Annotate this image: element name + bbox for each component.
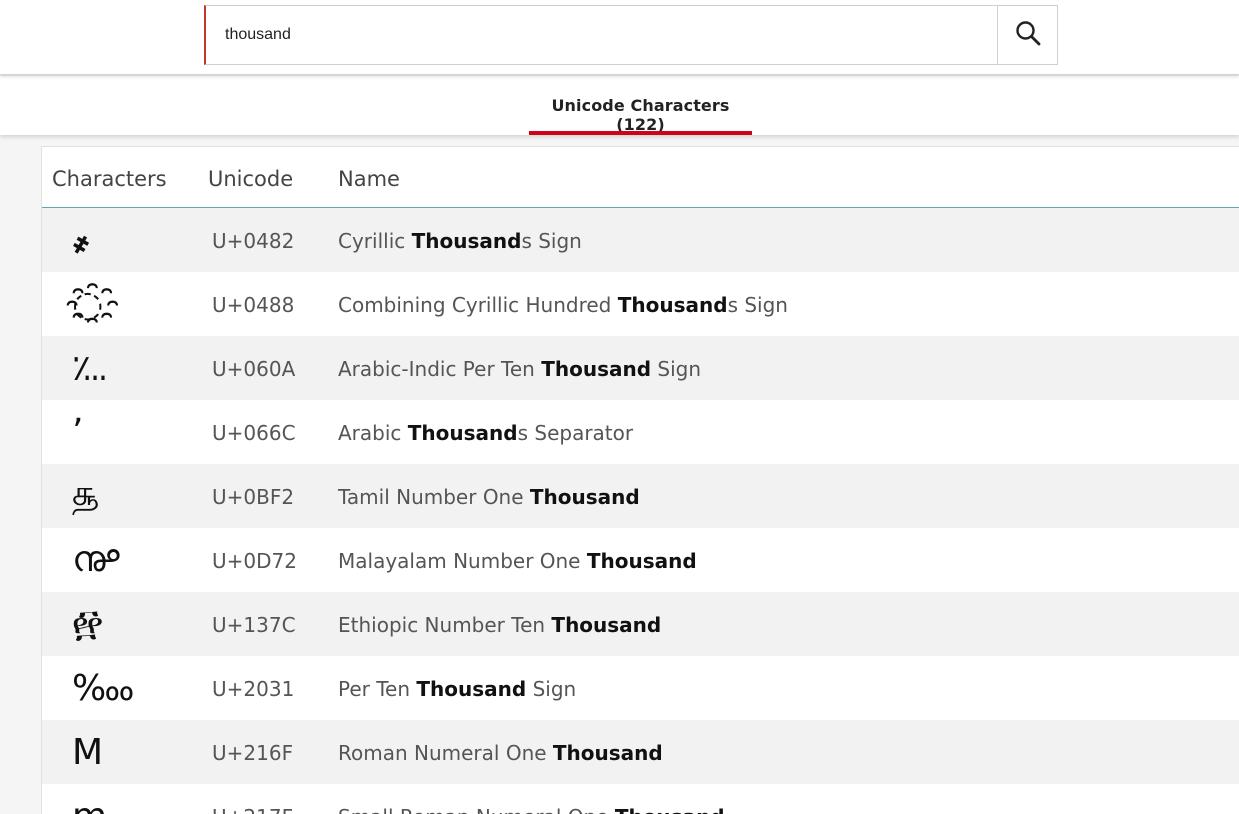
name-match-highlight: Thousand	[615, 805, 725, 814]
column-header-unicode[interactable]: Unicode	[208, 167, 293, 191]
name-suffix: s Sign	[521, 229, 582, 253]
name-prefix: Tamil Number One	[338, 485, 530, 509]
character-glyph[interactable]: ௲	[72, 464, 172, 528]
character-name[interactable]: Ethiopic Number Ten Thousand	[338, 613, 661, 637]
character-glyph[interactable]: ◌҈	[72, 272, 172, 336]
results-table: Characters Unicode Name ҂ U+0482 Cyrillic …	[41, 146, 1239, 814]
character-name[interactable]: Cyrillic Thousands Sign	[338, 229, 582, 253]
character-name[interactable]: Malayalam Number One Thousand	[338, 549, 697, 573]
character-name[interactable]: Roman Numeral One Thousand	[338, 741, 663, 765]
character-glyph[interactable]: ፼	[72, 592, 172, 656]
name-match-highlight: Thousand	[411, 229, 522, 253]
active-tab-indicator	[529, 131, 752, 135]
character-glyph[interactable]: Ⅿ	[72, 720, 172, 784]
name-prefix: Small Roman Numeral One	[338, 805, 615, 814]
name-match-highlight: Thousand	[416, 677, 527, 701]
unicode-code: U+0488	[212, 293, 295, 317]
unicode-code: U+2031	[212, 677, 295, 701]
table-body: ҂ U+0482 Cyrillic Thousands Sign ◌҈ U+0488 Co…	[42, 208, 1239, 814]
unicode-code: U+0482	[212, 229, 295, 253]
name-suffix: Sign	[526, 677, 577, 701]
name-prefix: Ethiopic Number Ten	[338, 613, 552, 637]
tab-unicode-characters[interactable]: Unicode Characters (122)	[529, 76, 752, 135]
name-suffix: s Sign	[727, 293, 788, 317]
unicode-code: U+216F	[212, 741, 294, 765]
name-prefix: Per Ten	[338, 677, 417, 701]
top-header	[0, 0, 1239, 75]
unicode-code: U+0D72	[212, 549, 297, 573]
table-row[interactable]: ٬ U+066C Arabic Thousands Separator	[42, 400, 1239, 464]
table-row[interactable]: ҂ U+0482 Cyrillic Thousands Sign	[42, 208, 1239, 272]
table-row[interactable]: ፼ U+137C Ethiopic Number Ten Thousand	[42, 592, 1239, 656]
character-glyph[interactable]: ҂	[72, 208, 172, 272]
name-match-highlight: Thousand	[586, 549, 697, 573]
table-header: Characters Unicode Name	[42, 147, 1239, 208]
character-glyph[interactable]: ٬	[72, 400, 172, 464]
name-match-highlight: Thousand	[541, 357, 652, 381]
unicode-code: U+217F	[212, 805, 293, 814]
search-icon	[1015, 20, 1041, 50]
name-prefix: Arabic-Indic Per Ten	[338, 357, 542, 381]
name-match-highlight: Thousand	[617, 293, 728, 317]
character-name[interactable]: Arabic-Indic Per Ten Thousand Sign	[338, 357, 701, 381]
name-prefix: Arabic	[338, 421, 408, 445]
table-row[interactable]: ൲ U+0D72 Malayalam Number One Thousand	[42, 528, 1239, 592]
character-name[interactable]: Small Roman Numeral One Thousand	[338, 805, 725, 814]
table-row[interactable]: ௲ U+0BF2 Tamil Number One Thousand	[42, 464, 1239, 528]
name-match-highlight: Thousand	[551, 613, 662, 637]
unicode-code: U+137C	[212, 613, 296, 637]
name-suffix: Sign	[651, 357, 702, 381]
table-row[interactable]: Ⅿ U+216F Roman Numeral One Thousand	[42, 720, 1239, 784]
character-glyph[interactable]: ‱	[72, 656, 172, 720]
name-match-highlight: Thousand	[407, 421, 518, 445]
name-match-highlight: Thousand	[529, 485, 640, 509]
column-header-characters[interactable]: Characters	[52, 167, 167, 191]
table-row[interactable]: ؊ U+060A Arabic-Indic Per Ten Thousand Sig…	[42, 336, 1239, 400]
table-row[interactable]: ‱ U+2031 Per Ten Thousand Sign	[42, 656, 1239, 720]
character-glyph[interactable]: ⅿ	[72, 784, 172, 814]
character-glyph[interactable]: ؊	[72, 336, 172, 400]
character-name[interactable]: Combining Cyrillic Hundred Thousands Sig…	[338, 293, 788, 317]
name-prefix: Cyrillic	[338, 229, 412, 253]
tab-bar: Unicode Characters (122)	[0, 76, 1239, 135]
name-suffix: s Separator	[517, 421, 634, 445]
unicode-code: U+0BF2	[212, 485, 295, 509]
name-prefix: Combining Cyrillic Hundred	[338, 293, 618, 317]
character-name[interactable]: Per Ten Thousand Sign	[338, 677, 576, 701]
table-row[interactable]: ◌҈ U+0488 Combining Cyrillic Hundred Thous…	[42, 272, 1239, 336]
name-prefix: Roman Numeral One	[338, 741, 553, 765]
search-button[interactable]	[997, 6, 1057, 64]
character-name[interactable]: Arabic Thousands Separator	[338, 421, 633, 445]
unicode-code: U+060A	[212, 357, 296, 381]
search-box	[204, 5, 1058, 65]
name-match-highlight: Thousand	[552, 741, 663, 765]
character-glyph[interactable]: ൲	[72, 528, 172, 592]
search-input[interactable]	[206, 6, 998, 64]
tab-label: Unicode Characters (122)	[551, 96, 730, 134]
name-prefix: Malayalam Number One	[338, 549, 587, 573]
column-header-name[interactable]: Name	[338, 167, 400, 191]
character-name[interactable]: Tamil Number One Thousand	[338, 485, 640, 509]
unicode-code: U+066C	[212, 421, 296, 445]
table-row[interactable]: ⅿ U+217F Small Roman Numeral One Thousand	[42, 784, 1239, 814]
